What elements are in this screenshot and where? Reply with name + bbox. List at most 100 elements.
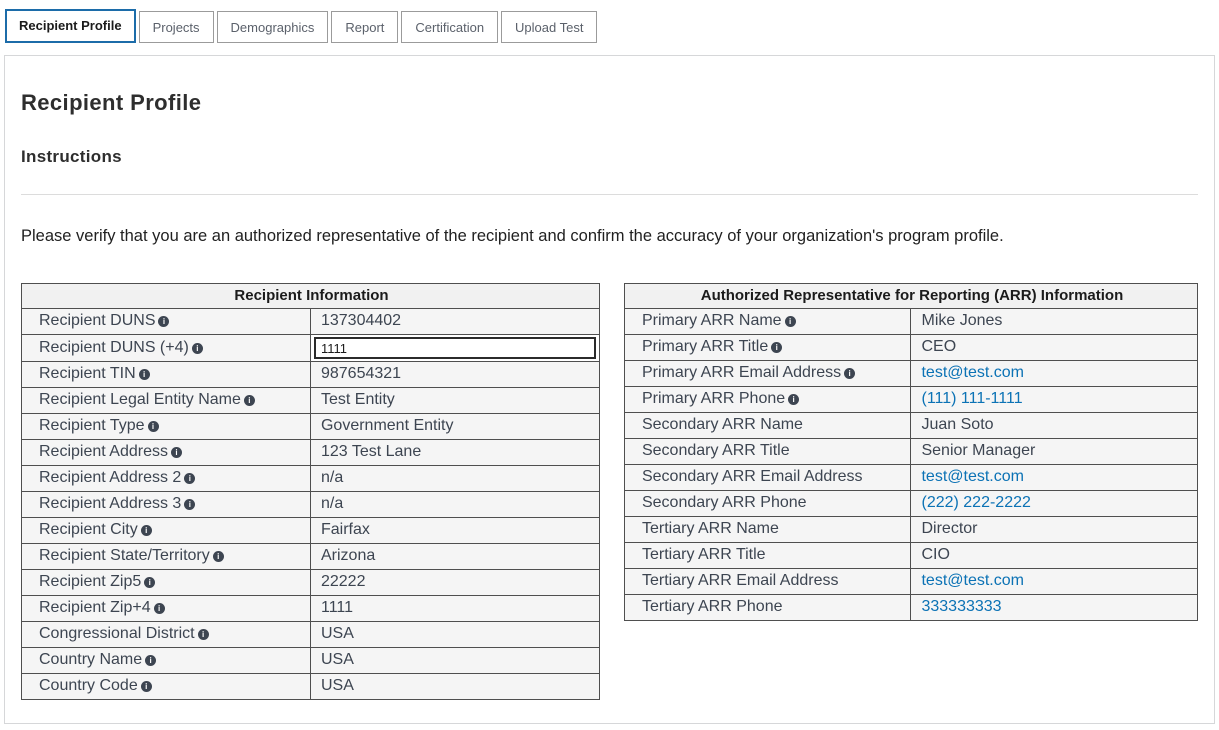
table-header: Recipient Information [22, 284, 600, 309]
row-label: Secondary ARR Phone [642, 494, 807, 511]
recipient-address-2-label-cell: Recipient Address 2i [22, 466, 311, 492]
recipient-legal-entity-name-label-cell: Recipient Legal Entity Namei [22, 388, 311, 414]
table-row: Recipient Addressi123 Test Lane [22, 440, 600, 466]
tertiary-arr-name-label-cell: Tertiary ARR Name [624, 517, 911, 543]
primary-arr-name-label-cell: Primary ARR Namei [624, 309, 911, 335]
info-icon[interactable]: i [184, 473, 195, 484]
recipient-duns-4-input[interactable] [314, 337, 596, 359]
info-icon[interactable]: i [154, 603, 165, 614]
row-label: Recipient City [39, 521, 138, 538]
main-panel: Recipient Profile Instructions Please ve… [4, 55, 1215, 724]
table-row: Secondary ARR Email Addresstest@test.com [624, 465, 1197, 491]
recipient-address-2-value-cell: n/a [310, 466, 599, 492]
primary-arr-email-address-link[interactable]: test@test.com [921, 364, 1024, 381]
table-row: Recipient Address 3in/a [22, 492, 600, 518]
recipient-type-value-cell: Government Entity [310, 414, 599, 440]
tab-bar: Recipient ProfileProjectsDemographicsRep… [0, 0, 1219, 43]
primary-arr-phone-label-cell: Primary ARR Phonei [624, 387, 911, 413]
info-icon[interactable]: i [145, 655, 156, 666]
arr-information-table: Authorized Representative for Reporting … [624, 283, 1198, 621]
row-value: 22222 [321, 573, 366, 590]
row-value: USA [321, 651, 354, 668]
table-row: Tertiary ARR Phone 333333333 [624, 595, 1197, 621]
row-label: Recipient Address 3 [39, 495, 181, 512]
recipient-address-3-label-cell: Recipient Address 3i [22, 492, 311, 518]
country-name-value-cell: USA [310, 648, 599, 674]
tertiary-arr-email-address-value-cell: test@test.com [911, 569, 1198, 595]
secondary-arr-phone-link[interactable]: (222) 222-2222 [921, 494, 1030, 511]
table-row: Recipient DUNSi137304402 [22, 309, 600, 335]
table-row: Country Namei USA [22, 648, 600, 674]
row-value: n/a [321, 469, 343, 486]
tab-upload-test[interactable]: Upload Test [501, 11, 597, 43]
table-row: Congressional DistrictiUSA [22, 622, 600, 648]
tertiary-arr-phone-link[interactable]: 333333333 [921, 598, 1001, 615]
tab-certification[interactable]: Certification [401, 11, 498, 43]
info-icon[interactable]: i [788, 394, 799, 405]
info-icon[interactable]: i [144, 577, 155, 588]
congressional-district-value-cell: USA [310, 622, 599, 648]
row-value: Test Entity [321, 391, 395, 408]
table-row: Recipient DUNS (+4)i [22, 335, 600, 362]
row-value: CEO [921, 338, 956, 355]
row-label: Secondary ARR Title [642, 442, 790, 459]
tertiary-arr-phone-label-cell: Tertiary ARR Phone [624, 595, 911, 621]
table-row: Recipient Zip5i 22222 [22, 570, 600, 596]
row-value: 1111 [321, 599, 353, 616]
table-row: Recipient Legal Entity Namei Test Entity [22, 388, 600, 414]
info-icon[interactable]: i [192, 343, 203, 354]
tertiary-arr-phone-value-cell: 333333333 [911, 595, 1198, 621]
info-icon[interactable]: i [158, 316, 169, 327]
row-label: Recipient DUNS [39, 312, 155, 329]
info-icon[interactable]: i [244, 395, 255, 406]
row-label: Recipient Zip+4 [39, 599, 151, 616]
info-icon[interactable]: i [213, 551, 224, 562]
country-code-label-cell: Country Codei [22, 674, 311, 700]
primary-arr-email-address-value-cell: test@test.com [911, 361, 1198, 387]
row-value: Government Entity [321, 417, 454, 434]
row-value: Senior Manager [921, 442, 1035, 459]
tab-report[interactable]: Report [331, 11, 398, 43]
secondary-arr-email-address-link[interactable]: test@test.com [921, 468, 1024, 485]
primary-arr-phone-link[interactable]: (111) 111-1111 [921, 390, 1022, 407]
tab-projects[interactable]: Projects [139, 11, 214, 43]
tab-demographics[interactable]: Demographics [217, 11, 329, 43]
row-label: Recipient Type [39, 417, 145, 434]
congressional-district-label-cell: Congressional Districti [22, 622, 311, 648]
info-icon[interactable]: i [844, 368, 855, 379]
recipient-address-label-cell: Recipient Addressi [22, 440, 311, 466]
info-icon[interactable]: i [141, 525, 152, 536]
info-icon[interactable]: i [139, 369, 150, 380]
table-row: Recipient Typei Government Entity [22, 414, 600, 440]
row-label: Recipient DUNS (+4) [39, 339, 189, 356]
recipient-tin-value-cell: 987654321 [310, 362, 599, 388]
recipient-tin-label-cell: Recipient TINi [22, 362, 311, 388]
tab-recipient-profile[interactable]: Recipient Profile [5, 9, 136, 43]
row-label: Country Name [39, 651, 142, 668]
tertiary-arr-email-address-link[interactable]: test@test.com [921, 572, 1024, 589]
table-row: Recipient State/TerritoryiArizona [22, 544, 600, 570]
recipient-zip5-label-cell: Recipient Zip5i [22, 570, 311, 596]
row-label: Secondary ARR Name [642, 416, 803, 433]
info-icon[interactable]: i [184, 499, 195, 510]
row-value: USA [321, 677, 354, 694]
recipient-duns-4-label-cell: Recipient DUNS (+4)i [22, 335, 311, 362]
table-row: Tertiary ARR NameDirector [624, 517, 1197, 543]
primary-arr-phone-value-cell: (111) 111-1111 [911, 387, 1198, 413]
recipient-legal-entity-name-value-cell: Test Entity [310, 388, 599, 414]
row-label: Tertiary ARR Title [642, 546, 766, 563]
table-row: Recipient TINi987654321 [22, 362, 600, 388]
recipient-state-territory-label-cell: Recipient State/Territoryi [22, 544, 311, 570]
table-row: Tertiary ARR TitleCIO [624, 543, 1197, 569]
recipient-information-table: Recipient InformationRecipient DUNSi1373… [21, 283, 600, 700]
table-row: Primary ARR TitleiCEO [624, 335, 1197, 361]
row-value: Fairfax [321, 521, 370, 538]
info-icon[interactable]: i [771, 342, 782, 353]
info-icon[interactable]: i [171, 447, 182, 458]
info-icon[interactable]: i [198, 629, 209, 640]
primary-arr-email-address-label-cell: Primary ARR Email Addressi [624, 361, 911, 387]
info-icon[interactable]: i [141, 681, 152, 692]
info-icon[interactable]: i [785, 316, 796, 327]
row-label: Tertiary ARR Name [642, 520, 779, 537]
info-icon[interactable]: i [148, 421, 159, 432]
